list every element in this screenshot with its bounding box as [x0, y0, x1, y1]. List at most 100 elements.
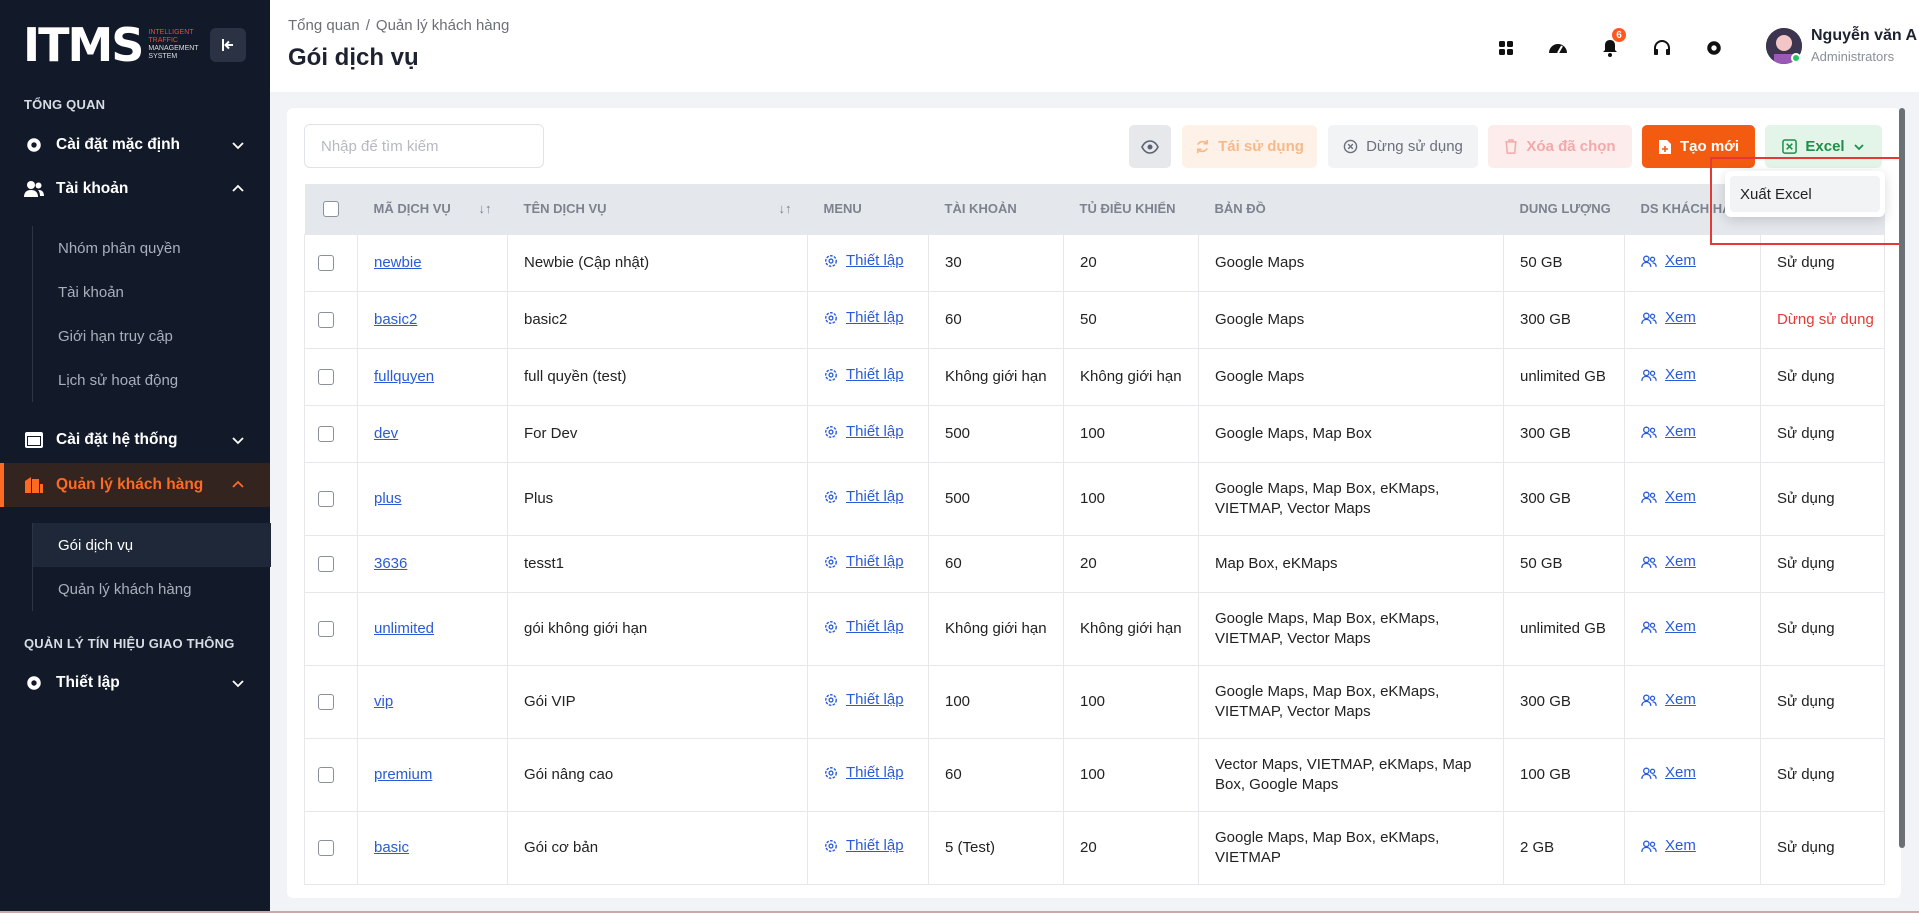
col-header-code[interactable]: MÃ DỊCH VỤ ↓↑	[357, 184, 508, 234]
sidebar-item-activity-history[interactable]: Lịch sử hoạt động	[33, 358, 271, 402]
nav-item-default-settings[interactable]: Cài đặt mặc định	[0, 123, 270, 167]
reuse-button[interactable]: Tái sử dụng	[1182, 125, 1317, 168]
row-checkbox[interactable]	[318, 368, 334, 385]
row-checkbox[interactable]	[318, 620, 334, 637]
search-input[interactable]: Nhập để tìm kiếm	[304, 124, 544, 168]
breadcrumb-overview[interactable]: Tổng quan	[288, 17, 360, 34]
collapse-sidebar-button[interactable]	[210, 28, 246, 62]
sidebar-item-access-limits[interactable]: Giới hạn truy cập	[33, 314, 271, 358]
chevron-down-icon	[232, 680, 244, 688]
sort-icon[interactable]: ↓↑	[479, 201, 492, 216]
table-row: plus Plus Thiết lập 500 100 Google Maps, Map …	[304, 461, 1885, 536]
stop-using-button[interactable]: Dừng sử dụng	[1328, 125, 1478, 168]
row-checkbox[interactable]	[318, 490, 334, 507]
setup-link[interactable]: Thiết lập	[824, 487, 904, 507]
apps-button[interactable]	[1488, 30, 1524, 66]
setup-label: Thiết lập	[846, 837, 904, 854]
gear-icon	[24, 135, 44, 155]
toggle-columns-button[interactable]	[1129, 125, 1171, 168]
setup-link[interactable]: Thiết lập	[824, 763, 904, 783]
setup-link[interactable]: Thiết lập	[824, 365, 904, 385]
nav-item-customer-management[interactable]: Quản lý khách hàng	[0, 463, 270, 507]
select-all-checkbox[interactable]	[323, 201, 339, 218]
service-code-link[interactable]: fullquyen	[374, 368, 434, 385]
row-checkbox[interactable]	[318, 693, 334, 710]
users-icon	[1641, 369, 1657, 382]
view-label: Xem	[1665, 691, 1696, 709]
view-customers-link[interactable]: Xem	[1641, 690, 1696, 710]
name-cell: Plus	[507, 461, 808, 536]
view-customers-link[interactable]: Xem	[1641, 552, 1696, 572]
service-code-link[interactable]: basic2	[374, 311, 417, 328]
view-customers-link[interactable]: Xem	[1641, 617, 1696, 637]
dashboard-button[interactable]	[1540, 30, 1576, 66]
create-new-label: Tạo mới	[1679, 138, 1739, 155]
table-row: dev For Dev Thiết lập 500 100 Google Maps, Ma…	[304, 404, 1885, 463]
service-code-link[interactable]: basic	[374, 839, 409, 856]
maps-cell: Google Maps	[1198, 290, 1504, 349]
row-checkbox[interactable]	[318, 766, 334, 783]
sidebar-item-permission-groups[interactable]: Nhóm phân quyền	[33, 226, 271, 270]
nav-section-traffic: QUẢN LÝ TÍN HIỆU GIAO THÔNG	[24, 636, 235, 651]
sidebar-item-customers[interactable]: Quản lý khách hàng	[33, 567, 271, 611]
service-code-link[interactable]: premium	[374, 766, 432, 783]
service-code-link[interactable]: unlimited	[374, 620, 434, 637]
setup-link[interactable]: Thiết lập	[824, 552, 904, 572]
user-name[interactable]: Nguyễn văn A	[1811, 27, 1917, 45]
setup-link[interactable]: Thiết lập	[824, 836, 904, 856]
storage-cell: 300 GB	[1503, 290, 1625, 349]
logo-text: ITMS	[23, 22, 144, 68]
logo-subtitle: INTELLIGENT TRAFFIC MANAGEMENT SYSTEM	[148, 29, 204, 61]
view-customers-link[interactable]: Xem	[1641, 836, 1696, 856]
document-plus-icon	[1658, 139, 1671, 154]
notifications-button[interactable]: 6	[1592, 28, 1628, 66]
service-code-link[interactable]: plus	[374, 490, 402, 507]
grid-icon	[1499, 41, 1513, 55]
view-customers-link[interactable]: Xem	[1641, 251, 1696, 271]
row-checkbox[interactable]	[318, 254, 334, 271]
breadcrumb-customer-management[interactable]: Quản lý khách hàng	[376, 17, 509, 34]
service-code-link[interactable]: dev	[374, 425, 398, 442]
row-checkbox[interactable]	[318, 311, 334, 328]
row-checkbox[interactable]	[318, 839, 334, 856]
headset-icon	[1654, 40, 1670, 55]
menu-cell: Thiết lập	[807, 347, 929, 406]
excel-icon	[1782, 139, 1798, 154]
nav-item-accounts[interactable]: Tài khoản	[0, 167, 270, 211]
chevron-up-icon	[232, 480, 244, 488]
setup-link[interactable]: Thiết lập	[824, 251, 904, 271]
page-scrollbar[interactable]	[1899, 108, 1905, 848]
menu-cell: Thiết lập	[807, 461, 929, 536]
view-customers-link[interactable]: Xem	[1641, 422, 1696, 442]
gear-icon	[824, 254, 838, 268]
service-code-link[interactable]: newbie	[374, 254, 422, 271]
status-cell: Sử dụng	[1760, 591, 1885, 666]
setup-link[interactable]: Thiết lập	[824, 422, 904, 442]
menu-cell: Thiết lập	[807, 233, 929, 292]
row-checkbox[interactable]	[318, 555, 334, 572]
setup-link[interactable]: Thiết lập	[824, 690, 904, 710]
sort-icon[interactable]: ↓↑	[779, 201, 792, 216]
nav-item-setup[interactable]: Thiết lập	[0, 661, 270, 705]
accounts-cell: Không giới hạn	[928, 591, 1064, 666]
maps-cell: Google Maps, Map Box, eKMaps, VIETMAP, V…	[1198, 461, 1504, 536]
sidebar-item-accounts[interactable]: Tài khoản	[33, 270, 271, 314]
view-customers-link[interactable]: Xem	[1641, 487, 1696, 507]
view-customers-link[interactable]: Xem	[1641, 763, 1696, 783]
support-button[interactable]	[1644, 30, 1680, 66]
name-cell: Gói VIP	[507, 664, 808, 739]
row-checkbox[interactable]	[318, 425, 334, 442]
service-code-link[interactable]: 3636	[374, 555, 407, 572]
settings-button[interactable]	[1696, 30, 1732, 66]
view-label: Xem	[1665, 764, 1696, 782]
setup-link[interactable]: Thiết lập	[824, 308, 904, 328]
sidebar-item-service-packages[interactable]: Gói dịch vụ	[33, 523, 271, 567]
app-logo[interactable]: ITMS INTELLIGENT TRAFFIC MANAGEMENT SYST…	[23, 22, 204, 68]
col-header-name[interactable]: TÊN DỊCH VỤ ↓↑	[507, 184, 808, 234]
view-customers-link[interactable]: Xem	[1641, 365, 1696, 385]
view-customers-link[interactable]: Xem	[1641, 308, 1696, 328]
setup-link[interactable]: Thiết lập	[824, 617, 904, 637]
delete-selected-button[interactable]: Xóa đã chọn	[1488, 125, 1632, 168]
nav-item-system-settings[interactable]: Cài đặt hệ thống	[0, 418, 270, 462]
service-code-link[interactable]: vip	[374, 693, 393, 710]
